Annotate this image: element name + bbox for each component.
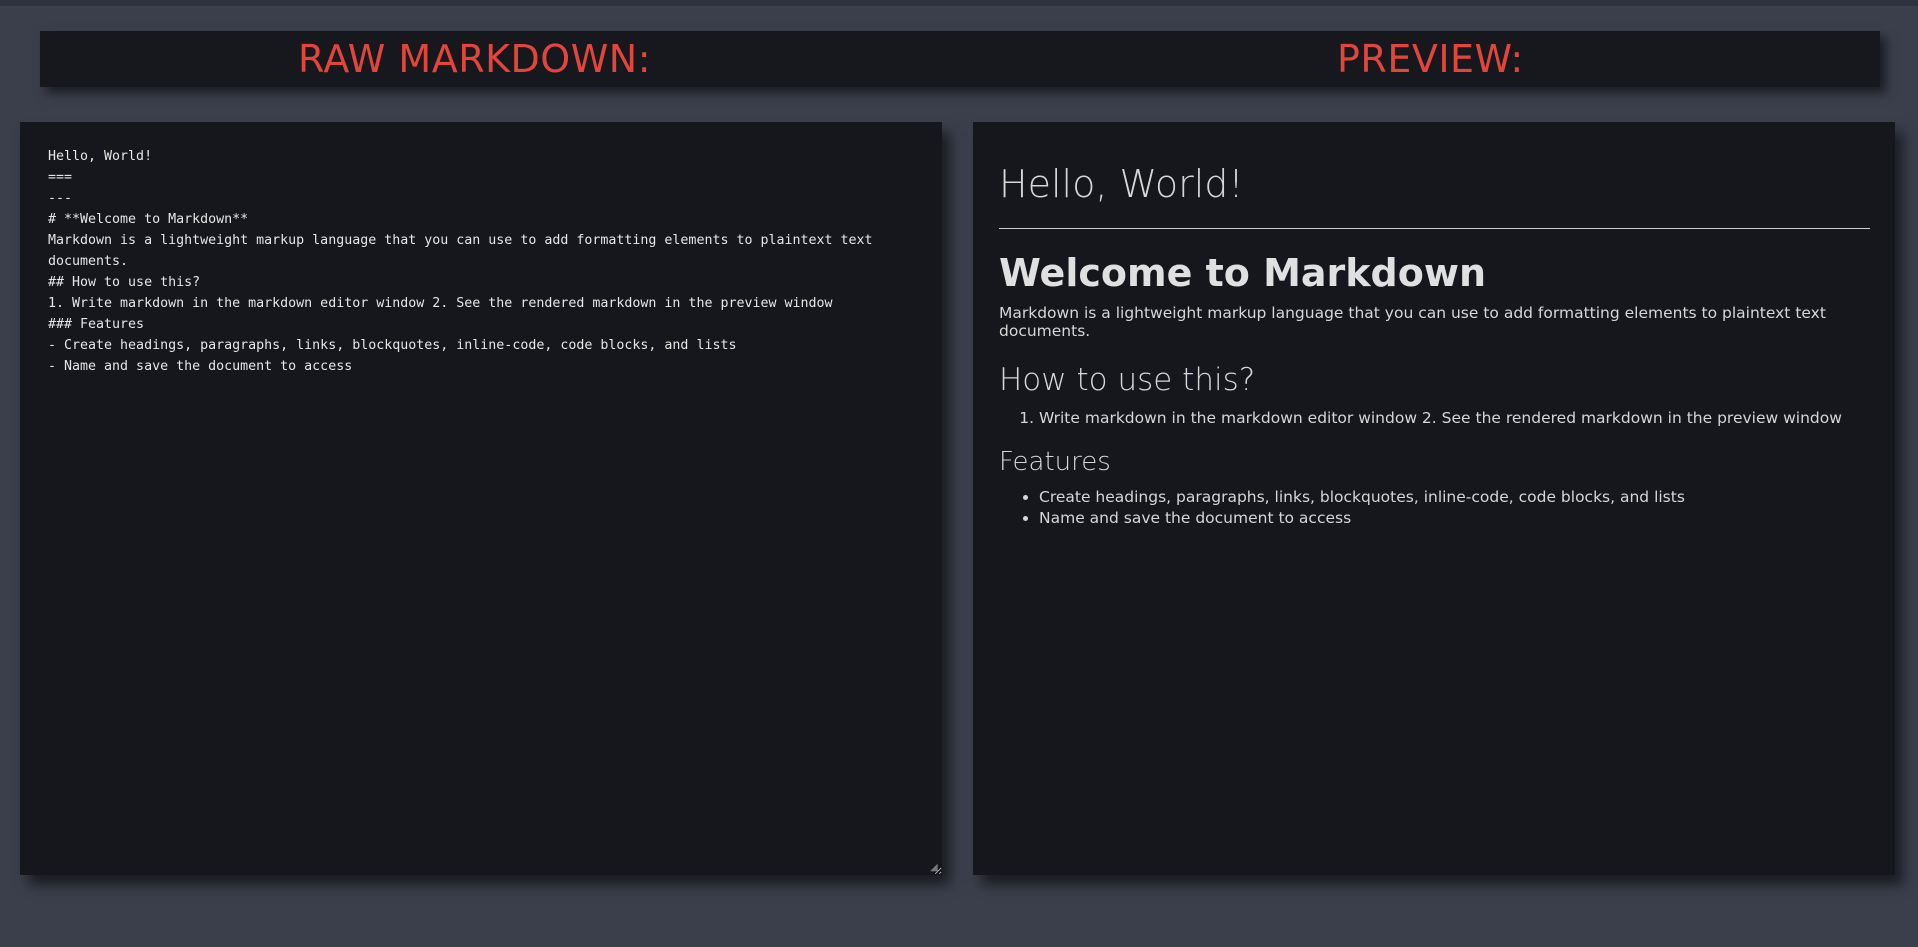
preview-content: Hello, World! Welcome to Markdown Markdo… [999,162,1870,529]
list-item: Name and save the document to access [1039,508,1870,529]
list-item: Write markdown in the markdown editor wi… [1039,409,1870,427]
raw-markdown-label: RAW MARKDOWN: [298,37,652,81]
list-item: Create headings, paragraphs, links, bloc… [1039,487,1870,508]
preview-label: PREVIEW: [1337,37,1524,81]
header-bar: RAW MARKDOWN: PREVIEW: [40,31,1880,87]
preview-heading-title: Hello, World! [999,162,1244,206]
preview-heading-features: Features [999,447,1111,478]
editor-panel: Hello, World! === --- # **Welcome to Mar… [20,122,942,875]
markdown-editor-textarea[interactable]: Hello, World! === --- # **Welcome to Mar… [20,122,942,875]
top-strip [0,0,1918,6]
preview-panel: Hello, World! Welcome to Markdown Markdo… [973,122,1895,875]
preview-heading-welcome: Welcome to Markdown [999,250,1487,295]
resize-grip-icon[interactable]: ◢ [930,863,940,873]
preview-bullet-list: Create headings, paragraphs, links, bloc… [999,487,1870,529]
preview-intro-paragraph: Markdown is a lightweight markup languag… [999,304,1826,341]
preview-ordered-list: Write markdown in the markdown editor wi… [999,409,1870,427]
preview-heading-how-to: How to use this? [999,362,1256,399]
preview-divider [999,227,1870,229]
